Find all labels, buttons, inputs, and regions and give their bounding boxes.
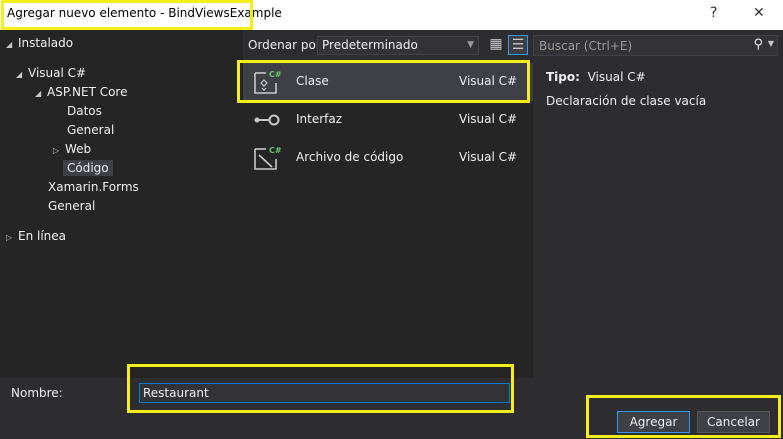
expand-arrow-icon: ▷ <box>6 233 13 242</box>
tree-item-label: ASP.NET Core <box>47 85 128 99</box>
tree-item-label: Datos <box>67 104 102 118</box>
collapse-arrow-icon: ◢ <box>35 89 42 98</box>
tree-item-label: General <box>48 199 96 213</box>
details-type-label: Tipo: <box>546 70 580 84</box>
expand-arrow-icon: ▷ <box>53 146 60 155</box>
search-icon: ⚲ <box>753 37 763 52</box>
dropdown-caret-icon: ▼ <box>467 40 474 50</box>
tree-item-web[interactable]: ▷ Web <box>53 140 91 159</box>
tree-item-label: Código <box>63 160 113 176</box>
details-type-value: Visual C# <box>587 70 646 84</box>
category-tree: ◢ Instalado ◢ Visual C# ◢ ASP.NET Core Dato… <box>0 30 243 378</box>
search-input[interactable]: Buscar (Ctrl+E) ⚲ ▼ <box>533 35 778 56</box>
details-type: Tipo: Visual C# <box>546 70 646 84</box>
tree-item-xamarin-forms[interactable]: Xamarin.Forms <box>48 178 139 197</box>
tree-item-label: General <box>67 123 115 137</box>
sort-dropdown[interactable]: Predeterminado ▼ <box>317 36 479 55</box>
name-highlight-box <box>127 364 514 413</box>
tree-item-label: Xamarin.Forms <box>48 180 139 194</box>
tree-item-online[interactable]: ▷ En línea <box>6 227 66 246</box>
code-file-icon: C# <box>254 146 282 170</box>
search-dropdown-icon: ▼ <box>767 39 774 48</box>
template-language: Visual C# <box>459 112 518 126</box>
collapse-arrow-icon: ◢ <box>16 70 23 79</box>
template-list: C# Clase Visual C# Interfaz Visual C# C#… <box>243 60 533 378</box>
collapse-arrow-icon: ◢ <box>6 40 13 49</box>
template-name: Interfaz <box>296 112 343 126</box>
list-view-button[interactable]: ☰ <box>508 35 528 55</box>
template-highlight-box <box>237 60 530 103</box>
search-placeholder: Buscar (Ctrl+E) <box>539 39 633 53</box>
interface-icon <box>254 114 280 126</box>
grid-view-icon: ▦ <box>489 36 503 52</box>
tree-item-installed[interactable]: ◢ Instalado <box>6 34 73 53</box>
tree-item-aspnet-core[interactable]: ◢ ASP.NET Core <box>35 83 127 102</box>
list-view-icon: ☰ <box>511 37 525 53</box>
tree-item-general-sub[interactable]: General <box>67 121 114 140</box>
small-icons-view-button[interactable]: ▦ <box>486 35 506 55</box>
tree-item-general[interactable]: General <box>48 197 95 216</box>
details-panel: Tipo: Visual C# Declaración de clase vac… <box>533 60 783 378</box>
name-label: Nombre: <box>11 386 63 400</box>
help-button[interactable]: ? <box>710 5 717 21</box>
buttons-highlight-box <box>586 395 781 438</box>
template-name: Archivo de código <box>296 150 404 164</box>
tree-item-datos[interactable]: Datos <box>67 102 102 121</box>
tree-item-visual-csharp[interactable]: ◢ Visual C# <box>16 64 86 83</box>
template-language: Visual C# <box>459 150 518 164</box>
title-highlight-box <box>1 0 253 30</box>
tree-item-label: Visual C# <box>28 66 87 80</box>
sort-dropdown-value: Predeterminado <box>322 38 418 52</box>
sort-toolbar: Ordenar por: Predeterminado ▼ ▦ ☰ <box>243 30 533 60</box>
tree-item-label: Instalado <box>18 36 74 50</box>
tree-item-label: En línea <box>18 229 67 243</box>
template-item-archivo-codigo[interactable]: C# Archivo de código Visual C# <box>243 139 533 177</box>
tree-item-label: Web <box>65 142 92 156</box>
details-description: Declaración de clase vacía <box>546 94 707 108</box>
svg-text:C#: C# <box>269 146 282 155</box>
sort-label: Ordenar por: <box>248 38 325 52</box>
close-button[interactable]: ✕ <box>753 5 765 21</box>
tree-item-codigo[interactable]: Código <box>63 159 113 178</box>
template-item-interfaz[interactable]: Interfaz Visual C# <box>243 101 533 139</box>
